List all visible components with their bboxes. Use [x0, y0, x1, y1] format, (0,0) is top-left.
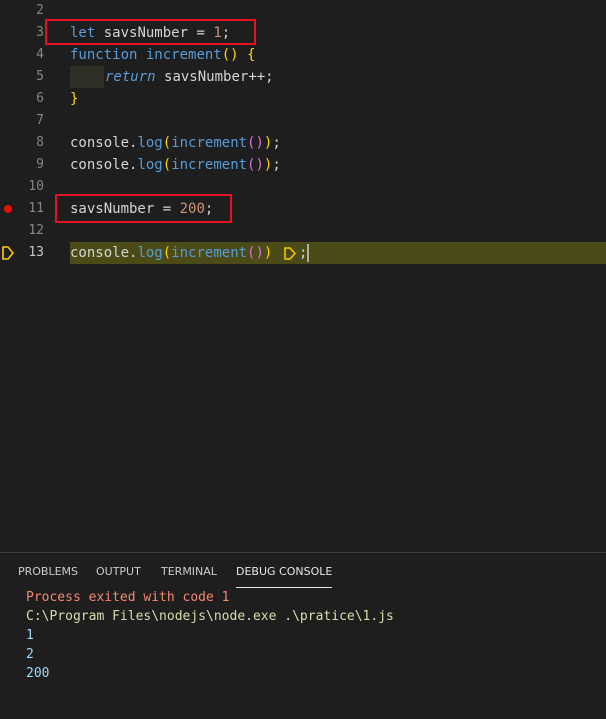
line-number: 8 — [36, 135, 44, 150]
line-number: 11 — [28, 201, 44, 216]
code-line-current[interactable]: 13 console.log(increment()) ; — [0, 242, 606, 264]
line-number: 6 — [36, 91, 44, 106]
code-line[interactable]: 7 — [0, 110, 606, 132]
line-number: 12 — [28, 223, 44, 238]
highlight-box-assignment — [55, 194, 232, 223]
line-number: 13 — [28, 245, 44, 260]
line-number: 10 — [28, 179, 44, 194]
code-text: console.log(increment()); — [70, 135, 281, 151]
console-output-line: 2 — [26, 647, 34, 662]
tab-output[interactable]: OUTPUT — [96, 563, 141, 587]
code-line[interactable]: 6 } — [0, 88, 606, 110]
code-line[interactable]: 5 return savsNumber++; — [0, 66, 606, 88]
tab-problems[interactable]: PROBLEMS — [18, 563, 78, 587]
code-editor[interactable]: 2 3 let savsNumber = 1; 4 function incre… — [0, 0, 606, 552]
inline-breakpoint-arrow-icon[interactable] — [284, 247, 296, 260]
console-output-line: 200 — [26, 666, 50, 681]
console-output-line: 1 — [26, 628, 34, 643]
code-line[interactable]: 9 console.log(increment()); — [0, 154, 606, 176]
code-text: } — [70, 91, 79, 107]
console-output-line: Process exited with code 1 — [26, 590, 230, 605]
console-output-line: C:\Program Files\nodejs\node.exe .\prati… — [26, 609, 394, 624]
tab-debug-console[interactable]: DEBUG CONSOLE — [236, 563, 333, 588]
code-line[interactable]: 12 — [0, 220, 606, 242]
code-text: return savsNumber++; — [105, 69, 274, 85]
code-text: function increment() { — [70, 47, 256, 63]
line-number: 4 — [36, 47, 44, 62]
line-number: 5 — [36, 69, 44, 84]
code-line[interactable]: 4 function increment() { — [0, 44, 606, 66]
tab-terminal[interactable]: TERMINAL — [161, 563, 217, 587]
code-line[interactable]: 8 console.log(increment()); — [0, 132, 606, 154]
code-text: console.log(increment()); — [70, 157, 281, 173]
code-text: console.log(increment()) — [70, 245, 273, 261]
bottom-panel: PROBLEMS OUTPUT TERMINAL DEBUG CONSOLE P… — [0, 552, 606, 719]
line-number: 9 — [36, 157, 44, 172]
highlight-box-declaration — [45, 19, 256, 45]
line-number: 2 — [36, 3, 44, 18]
line-number: 3 — [36, 25, 44, 40]
indent-guide — [70, 66, 104, 88]
line-number: 7 — [36, 113, 44, 128]
text-cursor — [307, 244, 309, 262]
